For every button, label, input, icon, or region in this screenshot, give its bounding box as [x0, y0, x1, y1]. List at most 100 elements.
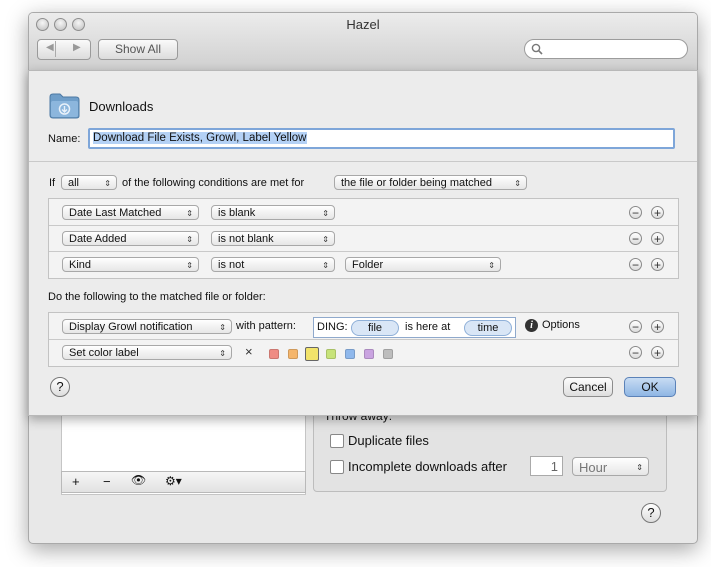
ok-button[interactable]: OK	[624, 377, 676, 397]
popup-arrows-icon: ⇕	[219, 349, 226, 358]
clear-label-icon[interactable]: ×	[245, 344, 253, 359]
title-bar: Hazel ◀ ▶ Show All	[29, 13, 697, 72]
rule-editor-sheet: Downloads Name: Download File Exists, Gr…	[28, 70, 698, 416]
divider	[49, 251, 678, 252]
match-mode-popup[interactable]: all ⇕	[61, 175, 117, 190]
condition-operator-value: is not	[218, 259, 245, 271]
back-arrow-icon[interactable]: ◀	[46, 42, 54, 53]
divider	[49, 225, 678, 226]
show-all-button[interactable]: Show All	[98, 39, 178, 60]
condition-operator-popup[interactable]: is blank ⇕	[211, 205, 335, 220]
nav-divider	[55, 41, 56, 57]
add-rule-button[interactable]: +	[72, 474, 80, 489]
incomplete-unit-popup[interactable]: Hour ⇕	[572, 457, 649, 476]
condition-attribute-value: Kind	[69, 259, 92, 271]
remove-action-button[interactable]: −	[629, 320, 642, 333]
action-value: Display Growl notification	[69, 321, 193, 333]
condition-operator-popup[interactable]: is not blank ⇕	[211, 231, 335, 246]
bg-help-button[interactable]: ?	[641, 503, 661, 523]
incomplete-unit-value: Hour	[579, 460, 608, 475]
forward-arrow-icon[interactable]: ▶	[73, 42, 81, 53]
actions-box: Display Growl notification ⇕ with pattern…	[48, 312, 679, 367]
action-popup[interactable]: Display Growl notification ⇕	[62, 319, 232, 334]
search-input[interactable]	[524, 39, 688, 59]
target-value: the file or folder being matched	[341, 177, 493, 189]
popup-arrows-icon: ⇕	[514, 179, 521, 188]
popup-arrows-icon: ⇕	[322, 261, 329, 270]
popup-arrows-icon: ⇕	[186, 235, 193, 244]
popup-arrows-icon: ⇕	[104, 179, 111, 188]
popup-arrows-icon: ⇕	[322, 235, 329, 244]
divider	[29, 161, 697, 162]
popup-arrows-icon: ⇕	[219, 323, 226, 332]
color-swatch[interactable]	[364, 349, 374, 359]
condition-operator-popup[interactable]: is not ⇕	[211, 257, 335, 272]
help-button[interactable]: ?	[50, 377, 70, 397]
color-label-picker	[267, 347, 397, 361]
eye-icon[interactable]: 👁	[131, 473, 146, 487]
back-forward-control[interactable]: ◀ ▶	[37, 39, 91, 60]
cancel-button[interactable]: Cancel	[563, 377, 613, 397]
duplicate-files-checkbox[interactable]	[330, 434, 344, 448]
name-label: Name:	[48, 133, 81, 145]
action-value: Set color label	[69, 347, 139, 359]
incomplete-downloads-label: Incomplete downloads after	[348, 459, 507, 474]
throw-away-box: Throw away: Duplicate files Incomplete d…	[313, 405, 667, 492]
popup-arrows-icon: ⇕	[488, 261, 495, 270]
options-link[interactable]: Options	[542, 319, 580, 331]
remove-rule-button[interactable]: −	[103, 474, 111, 489]
condition-attribute-popup[interactable]: Kind ⇕	[62, 257, 199, 272]
gear-icon[interactable]: ⚙▾	[165, 474, 182, 488]
conditions-text: of the following conditions are met for	[122, 177, 305, 189]
info-icon[interactable]: i	[525, 319, 538, 332]
remove-action-button[interactable]: −	[629, 346, 642, 359]
pattern-prefix: DING:	[317, 321, 348, 333]
conditions-box: Date Last Matched ⇕ is blank ⇕ − + Date Ad…	[48, 198, 679, 279]
if-label: If	[49, 177, 56, 189]
folder-icon	[49, 93, 80, 119]
add-action-button[interactable]: +	[651, 320, 664, 333]
action-popup[interactable]: Set color label ⇕	[62, 345, 232, 360]
color-swatch[interactable]	[345, 349, 355, 359]
add-condition-button[interactable]: +	[651, 232, 664, 245]
condition-attribute-value: Date Last Matched	[69, 207, 162, 219]
list-toolbar: + − 👁 ⚙▾	[61, 471, 306, 493]
remove-condition-button[interactable]: −	[629, 206, 642, 219]
rule-name-value: Download File Exists, Growl, Label Yello…	[93, 132, 307, 144]
growl-pattern-field[interactable]: DING: file is here at time	[313, 317, 516, 338]
remove-condition-button[interactable]: −	[629, 232, 642, 245]
search-icon	[531, 43, 543, 55]
target-popup[interactable]: the file or folder being matched ⇕	[334, 175, 527, 190]
condition-operator-value: is not blank	[218, 233, 274, 245]
add-action-button[interactable]: +	[651, 346, 664, 359]
do-following-label: Do the following to the matched file or …	[48, 291, 266, 303]
popup-arrows-icon: ⇕	[186, 209, 193, 218]
remove-condition-button[interactable]: −	[629, 258, 642, 271]
condition-attribute-popup[interactable]: Date Added ⇕	[62, 231, 199, 246]
color-swatch[interactable]	[326, 349, 336, 359]
incomplete-hours-input[interactable]: 1	[530, 456, 563, 476]
color-swatch[interactable]	[383, 349, 393, 359]
rule-name-input[interactable]: Download File Exists, Growl, Label Yello…	[88, 128, 675, 149]
window-title: Hazel	[346, 17, 380, 32]
duplicate-files-label: Duplicate files	[348, 433, 429, 448]
popup-arrows-icon: ⇕	[186, 261, 193, 270]
condition-operator-value: is blank	[218, 207, 256, 219]
condition-value: Folder	[352, 259, 384, 271]
condition-value-popup[interactable]: Folder ⇕	[345, 257, 501, 272]
folder-name: Downloads	[89, 99, 154, 114]
color-swatch[interactable]	[305, 347, 319, 361]
condition-attribute-popup[interactable]: Date Last Matched ⇕	[62, 205, 199, 220]
condition-attribute-value: Date Added	[69, 233, 127, 245]
add-condition-button[interactable]: +	[651, 206, 664, 219]
pattern-middle: is here at	[405, 321, 451, 333]
color-swatch[interactable]	[269, 349, 279, 359]
with-pattern-label: with pattern:	[236, 320, 296, 332]
incomplete-downloads-checkbox[interactable]	[330, 460, 344, 474]
color-swatch[interactable]	[288, 349, 298, 359]
time-token[interactable]: time	[464, 320, 512, 336]
popup-arrows-icon: ⇕	[636, 463, 643, 472]
file-token[interactable]: file	[351, 320, 399, 336]
match-mode-value: all	[68, 177, 80, 189]
add-condition-button[interactable]: +	[651, 258, 664, 271]
